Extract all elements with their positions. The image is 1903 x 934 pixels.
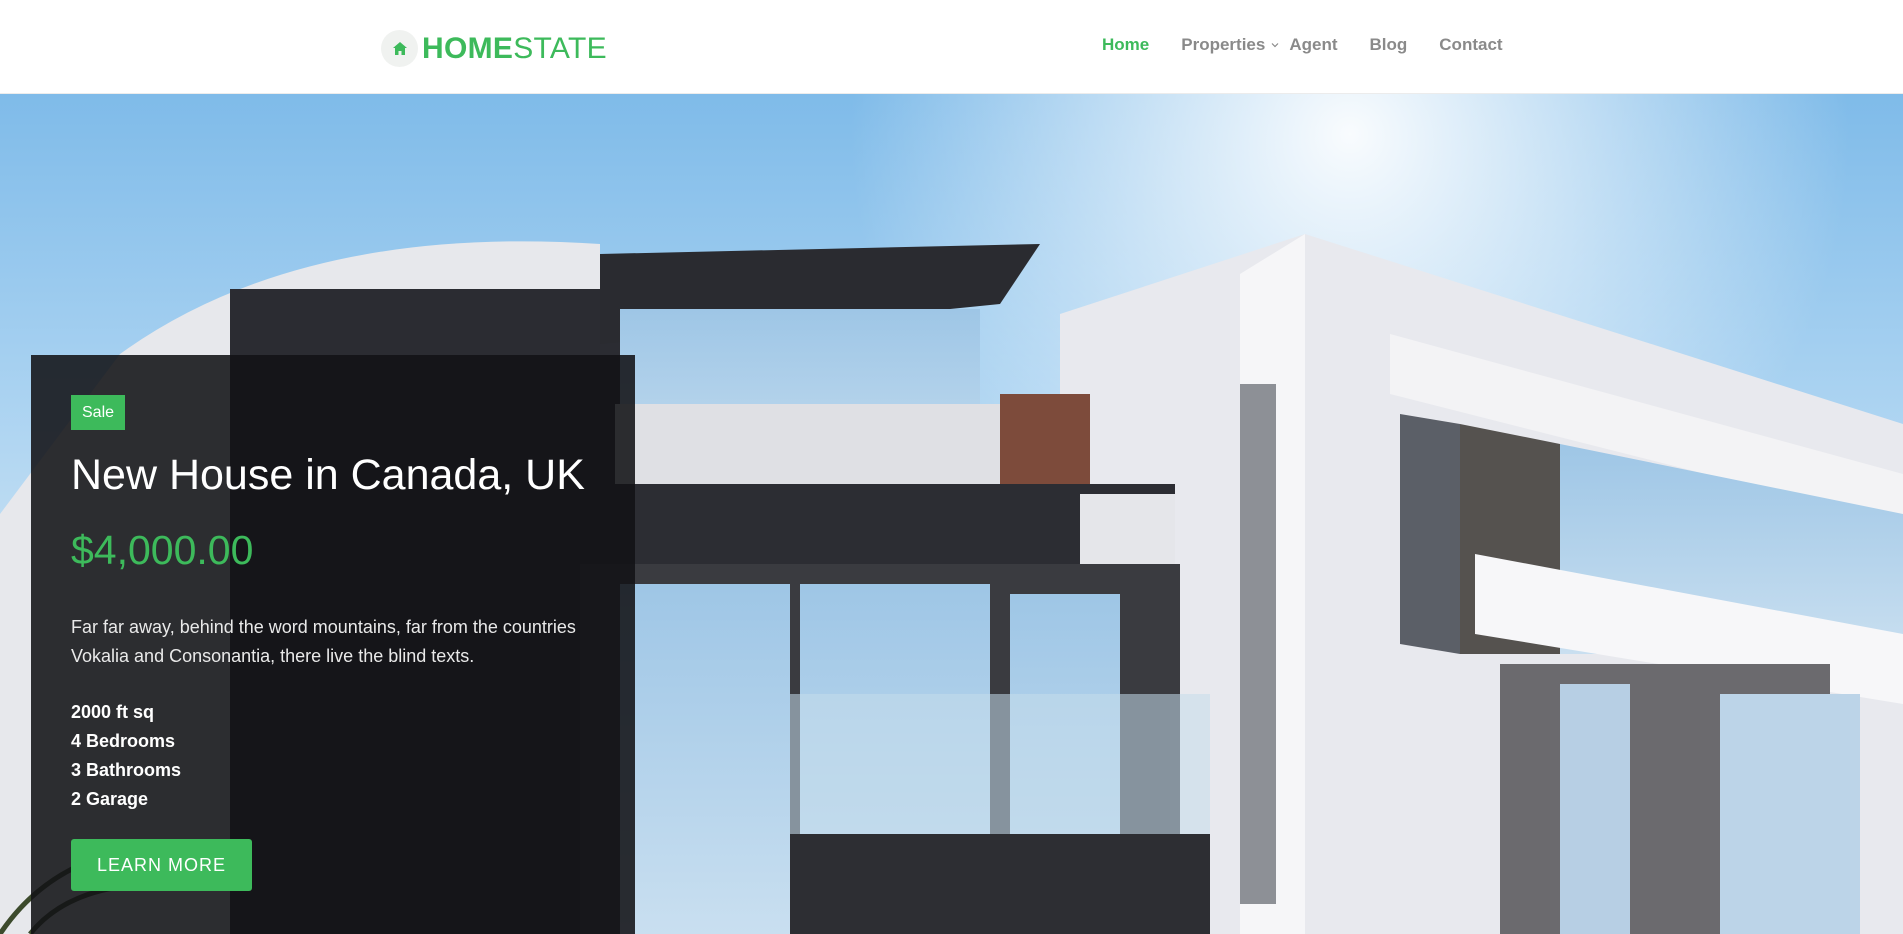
brand-name-light: STATE bbox=[513, 31, 607, 65]
nav-home[interactable]: Home bbox=[1102, 33, 1149, 57]
feature-bedrooms: 4 Bedrooms bbox=[71, 731, 176, 751]
property-price: $4,000.00 bbox=[71, 527, 254, 573]
nav-agent[interactable]: Agent bbox=[1289, 33, 1337, 57]
main-nav: Home Properties Agent Blog Contact bbox=[1102, 33, 1503, 57]
property-title: New House in Canada, UK bbox=[71, 451, 585, 499]
brand-name-bold: HOME bbox=[422, 31, 514, 65]
feature-bathrooms: 3 Bathrooms bbox=[71, 760, 182, 780]
site-header: HOME STATE Home Properties Agent Blog Con… bbox=[0, 0, 1903, 94]
nav-properties-label: Properties bbox=[1181, 35, 1266, 54]
chevron-down-icon bbox=[1271, 42, 1279, 48]
brand-logo[interactable]: HOME STATE bbox=[381, 30, 607, 67]
property-card: Sale New House in Canada, UK $4,000.00 F… bbox=[31, 355, 635, 934]
hero-section: Sale New House in Canada, UK $4,000.00 F… bbox=[0, 94, 1903, 934]
feature-area: 2000 ft sq bbox=[71, 702, 155, 722]
property-description: Far far away, behind the word mountains,… bbox=[71, 617, 576, 666]
home-icon bbox=[381, 30, 418, 67]
feature-garage: 2 Garage bbox=[71, 789, 149, 809]
property-features: 2000 ft sq 4 Bedrooms 3 Bathrooms 2 Gara… bbox=[71, 698, 181, 814]
nav-contact[interactable]: Contact bbox=[1439, 33, 1502, 57]
learn-more-button[interactable]: LEARN MORE bbox=[71, 839, 252, 891]
nav-blog[interactable]: Blog bbox=[1370, 33, 1408, 57]
sale-badge: Sale bbox=[71, 395, 126, 430]
nav-properties[interactable]: Properties bbox=[1181, 33, 1279, 57]
